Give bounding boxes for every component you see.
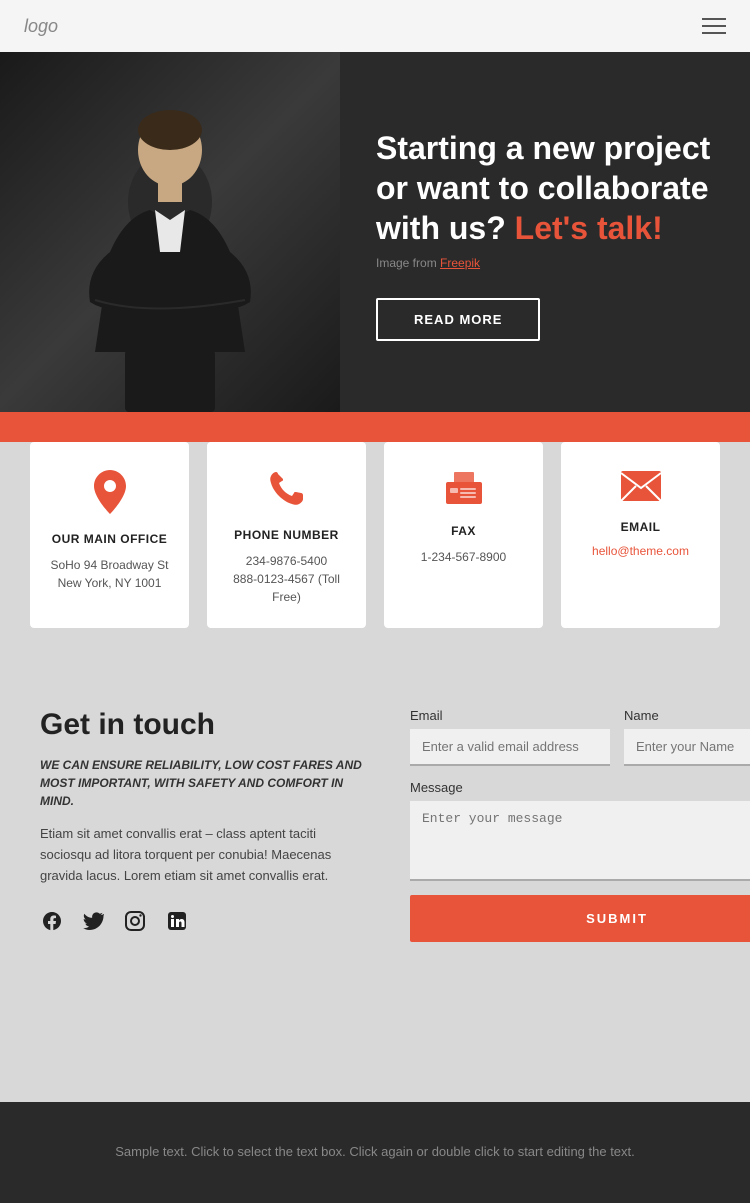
logo: logo bbox=[24, 16, 58, 37]
fax-card-title: FAX bbox=[451, 524, 476, 538]
facebook-icon[interactable] bbox=[40, 910, 62, 938]
email-icon bbox=[620, 470, 662, 508]
email-card-title: EMAIL bbox=[621, 520, 661, 534]
fax-icon bbox=[444, 470, 484, 512]
phone-card-title: PHONE NUMBER bbox=[234, 528, 339, 542]
location-icon bbox=[92, 470, 128, 520]
contact-left: Get in touch WE CAN ENSURE RELIABILITY, … bbox=[40, 708, 370, 938]
instagram-icon[interactable] bbox=[124, 910, 146, 938]
navbar: logo bbox=[0, 0, 750, 52]
email-group: Email bbox=[410, 708, 610, 766]
contact-body: Etiam sit amet convallis erat – class ap… bbox=[40, 824, 370, 886]
email-input[interactable] bbox=[410, 729, 610, 766]
form-row-email-name: Email Name bbox=[410, 708, 750, 766]
read-more-button[interactable]: READ MORE bbox=[376, 298, 540, 341]
empty-section bbox=[0, 1002, 750, 1102]
hero-image bbox=[0, 52, 340, 412]
contact-subtitle: WE CAN ENSURE RELIABILITY, LOW COST FARE… bbox=[40, 756, 370, 810]
fax-card: FAX 1-234-567-8900 bbox=[384, 442, 543, 628]
office-card: OUR MAIN OFFICE SoHo 94 Broadway St New … bbox=[30, 442, 189, 628]
hero-section: Starting a new project or want to collab… bbox=[0, 52, 750, 412]
cards-section: OUR MAIN OFFICE SoHo 94 Broadway St New … bbox=[0, 442, 750, 668]
hamburger-menu[interactable] bbox=[702, 18, 726, 34]
fax-card-text: 1-234-567-8900 bbox=[421, 548, 506, 566]
contact-title: Get in touch bbox=[40, 708, 370, 742]
contact-form: Email Name Message SUBMIT bbox=[410, 708, 750, 942]
email-card: EMAIL hello@theme.com bbox=[561, 442, 720, 628]
footer-text: Sample text. Click to select the text bo… bbox=[30, 1142, 720, 1163]
email-label: Email bbox=[410, 708, 610, 723]
hero-source: Image from Freepik bbox=[376, 256, 714, 270]
contact-section: Get in touch WE CAN ENSURE RELIABILITY, … bbox=[0, 668, 750, 1002]
linkedin-icon[interactable] bbox=[166, 910, 188, 938]
phone-card: PHONE NUMBER 234-9876-5400 888-0123-4567… bbox=[207, 442, 366, 628]
name-input[interactable] bbox=[624, 729, 750, 766]
social-icons bbox=[40, 910, 370, 938]
freepik-link[interactable]: Freepik bbox=[440, 256, 480, 270]
message-textarea[interactable] bbox=[410, 801, 750, 881]
office-card-title: OUR MAIN OFFICE bbox=[52, 532, 168, 546]
email-link[interactable]: hello@theme.com bbox=[592, 544, 689, 558]
hero-content: Starting a new project or want to collab… bbox=[340, 52, 750, 412]
message-group: Message bbox=[410, 780, 750, 881]
hero-title: Starting a new project or want to collab… bbox=[376, 128, 714, 248]
footer: Sample text. Click to select the text bo… bbox=[0, 1102, 750, 1203]
name-group: Name bbox=[624, 708, 750, 766]
message-label: Message bbox=[410, 780, 750, 795]
name-label: Name bbox=[624, 708, 750, 723]
office-card-text: SoHo 94 Broadway St New York, NY 1001 bbox=[46, 556, 173, 592]
submit-button[interactable]: SUBMIT bbox=[410, 895, 750, 942]
phone-card-text: 234-9876-5400 888-0123-4567 (Toll Free) bbox=[223, 552, 350, 606]
cards-row: OUR MAIN OFFICE SoHo 94 Broadway St New … bbox=[30, 442, 720, 628]
phone-icon bbox=[269, 470, 305, 516]
twitter-icon[interactable] bbox=[82, 910, 104, 938]
